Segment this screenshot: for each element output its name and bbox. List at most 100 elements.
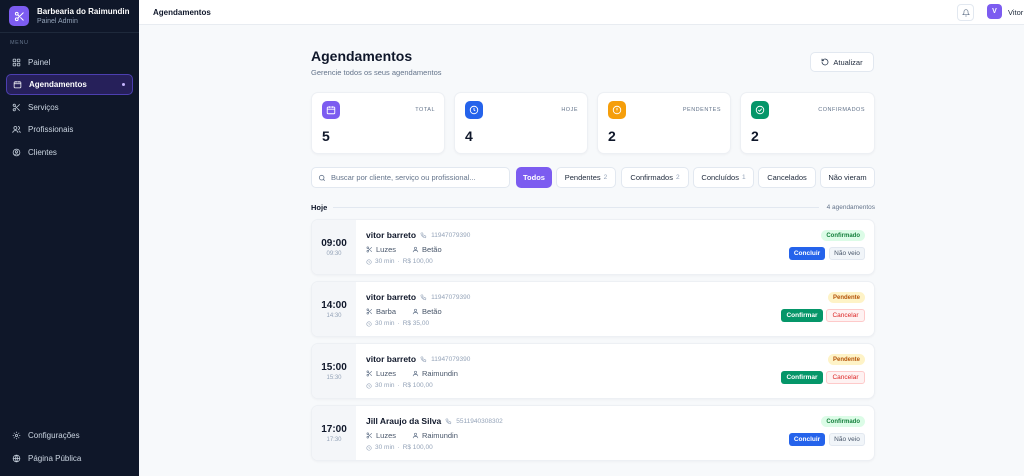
sidebar-item-servicos[interactable]: Serviços <box>6 97 133 118</box>
professional-name: Betão <box>422 245 442 254</box>
sidebar-item-agendamentos[interactable]: Agendamentos <box>6 74 133 95</box>
stat-value: 2 <box>608 128 616 144</box>
check-circle-icon <box>751 101 769 119</box>
client-phone: 11947079390 <box>431 355 471 363</box>
notifications-button[interactable] <box>957 4 974 21</box>
service-row: Luzes Betão <box>366 245 442 254</box>
gear-icon <box>12 431 21 440</box>
sidebar: Barbearia do Raimundin Painel Admin MENU… <box>0 0 139 476</box>
divider <box>333 207 819 208</box>
stat-card-hoje: HOJE 4 <box>454 92 588 154</box>
search-input[interactable]: Buscar por cliente, serviço ou profissio… <box>311 167 510 188</box>
service-name: Luzes <box>376 369 397 378</box>
appointment-card[interactable]: 09:00 09:30 vitor barreto 11947079390 Lu… <box>311 219 875 275</box>
end-time: 14:30 <box>326 312 342 319</box>
user-icon <box>412 308 419 315</box>
appointment-time: 15:00 15:30 <box>312 344 356 398</box>
scissors-icon <box>366 432 373 439</box>
active-indicator <box>122 83 125 86</box>
stat-label: PENDENTES <box>682 107 721 113</box>
scissors-icon <box>366 370 373 377</box>
nao-veio-button[interactable]: Não veio <box>829 247 865 260</box>
phone-icon <box>420 356 427 363</box>
filter-label: Não vieram <box>828 173 867 182</box>
avatar[interactable]: V <box>987 4 1002 19</box>
clock-icon <box>366 320 372 327</box>
sidebar-item-label: Painel <box>28 57 51 67</box>
client-row: vitor barreto 11947079390 <box>366 354 470 364</box>
concluir-button[interactable]: Concluir <box>789 247 825 260</box>
sidebar-item-profissionais[interactable]: Profissionais <box>6 119 133 140</box>
clock-icon <box>366 444 372 451</box>
sidebar-item-clientes[interactable]: Clientes <box>6 142 133 163</box>
scissors-icon <box>366 308 373 315</box>
alert-circle-icon <box>608 101 626 119</box>
filter-count: 2 <box>603 174 608 181</box>
appointment-card[interactable]: 17:00 17:30 Jill Araujo da Silva 5511940… <box>311 405 875 461</box>
filter-cancelados[interactable]: Cancelados <box>758 167 816 188</box>
details-row: 30 min · R$ 100,00 <box>366 444 433 451</box>
menu-label: MENU <box>10 40 29 46</box>
filter-concluidos[interactable]: Concluídos 1 <box>693 167 754 188</box>
clock-icon <box>366 382 372 389</box>
sidebar-item-label: Clientes <box>28 147 57 157</box>
price: R$ 100,00 <box>402 258 433 265</box>
concluir-button[interactable]: Concluir <box>789 433 825 446</box>
appointment-card[interactable]: 15:00 15:30 vitor barreto 11947079390 Lu… <box>311 343 875 399</box>
brand[interactable]: Barbearia do Raimundin Painel Admin <box>0 0 139 33</box>
client-name: Jill Araujo da Silva <box>366 416 442 426</box>
stat-value: 2 <box>751 128 759 144</box>
topbar-title: Agendamentos <box>153 7 211 17</box>
details-row: 30 min · R$ 100,00 <box>366 258 433 265</box>
stat-card-confirmados: CONFIRMADOS 2 <box>740 92 875 154</box>
refresh-button[interactable]: Atualizar <box>810 52 874 72</box>
section-count: 4 agendamentos <box>826 204 875 211</box>
professional-name: Raimundin <box>422 369 458 378</box>
sidebar-item-label: Serviços <box>28 102 59 112</box>
user-name[interactable]: Vitor <box>1008 8 1024 17</box>
sidebar-bottom: Configurações Página Pública <box>0 423 139 471</box>
topbar: Agendamentos V Vitor <box>139 0 1024 25</box>
filter-count: 2 <box>675 174 680 181</box>
stat-label: HOJE <box>561 107 578 113</box>
duration: 30 min <box>375 320 395 327</box>
client-phone: 11947079390 <box>431 231 471 239</box>
appointment-time: 09:00 09:30 <box>312 220 356 274</box>
scissors-icon <box>12 103 21 112</box>
start-time: 17:00 <box>321 423 347 435</box>
status-badge: Confirmado <box>821 416 865 427</box>
appointment-card[interactable]: 14:00 14:30 vitor barreto 11947079390 Ba… <box>311 281 875 337</box>
filter-nao-vieram[interactable]: Não vieram <box>820 167 875 188</box>
nao-veio-button[interactable]: Não veio <box>829 433 865 446</box>
sidebar-item-painel[interactable]: Painel <box>6 52 133 73</box>
sidebar-item-pagina-publica[interactable]: Página Pública <box>6 448 133 469</box>
confirmar-button[interactable]: Confirmar <box>781 309 823 322</box>
refresh-label: Atualizar <box>833 57 863 67</box>
page-title: Agendamentos <box>311 48 413 64</box>
phone-icon <box>420 294 427 301</box>
start-time: 09:00 <box>321 237 347 249</box>
client-row: vitor barreto 11947079390 <box>366 292 470 302</box>
status-badge: Confirmado <box>821 230 865 241</box>
search-placeholder: Buscar por cliente, serviço ou profissio… <box>331 173 476 182</box>
stat-label: CONFIRMADOS <box>818 107 865 113</box>
start-time: 14:00 <box>321 299 347 311</box>
filter-pendentes[interactable]: Pendentes 2 <box>556 167 616 188</box>
cancelar-button[interactable]: Cancelar <box>826 371 865 384</box>
details-row: 30 min · R$ 35,00 <box>366 320 429 327</box>
page-subtitle: Gerencie todos os seus agendamentos <box>311 68 442 77</box>
filter-todos[interactable]: Todos <box>516 167 552 188</box>
scissors-icon <box>366 246 373 253</box>
cancelar-button[interactable]: Cancelar <box>826 309 865 322</box>
globe-icon <box>12 454 21 463</box>
professional-name: Raimundin <box>422 431 458 440</box>
bell-icon <box>961 8 970 17</box>
filter-count: 1 <box>741 174 746 181</box>
sidebar-item-configuracoes[interactable]: Configurações <box>6 425 133 446</box>
price: R$ 35,00 <box>402 320 430 327</box>
grid-icon <box>12 58 21 67</box>
filter-label: Cancelados <box>767 173 807 182</box>
user-circle-icon <box>12 148 21 157</box>
confirmar-button[interactable]: Confirmar <box>781 371 823 384</box>
filter-confirmados[interactable]: Confirmados 2 <box>621 167 689 188</box>
